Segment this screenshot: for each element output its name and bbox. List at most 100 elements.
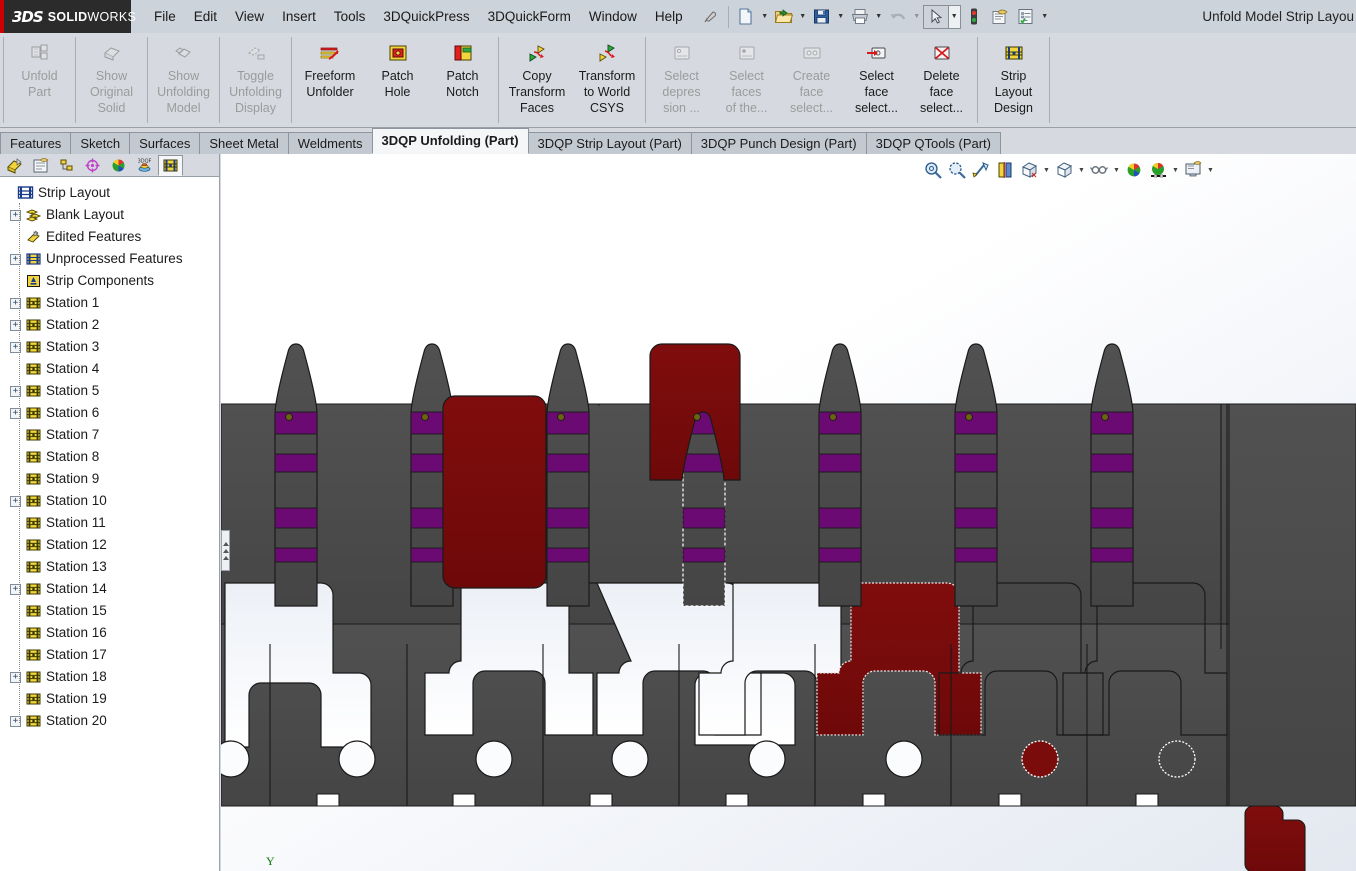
view-orientation-dropdown-icon[interactable]: ▼ — [1041, 158, 1052, 182]
property-manager-tab-icon[interactable] — [28, 155, 53, 176]
tree-item-station[interactable]: Station 16 — [8, 622, 219, 644]
menu-file[interactable]: File — [145, 5, 185, 28]
tree-item-station[interactable]: Station 13 — [8, 556, 219, 578]
view-orientation-icon[interactable] — [1017, 158, 1041, 182]
tree-item-station[interactable]: + Station 20 — [8, 710, 219, 732]
menu-help[interactable]: Help — [646, 5, 692, 28]
freeform-unfolder-button[interactable]: Freeform Unfolder — [295, 33, 365, 121]
tree-item-unprocessed-features[interactable]: + Unprocessed Features — [8, 248, 219, 270]
tree-item-station[interactable]: Station 8 — [8, 446, 219, 468]
create-face-selection-button[interactable]: Create face select... — [779, 33, 844, 121]
view-settings-dropdown-icon[interactable]: ▼ — [1205, 158, 1216, 182]
panel-splitter-handle[interactable] — [221, 530, 230, 571]
menu-tools[interactable]: Tools — [325, 5, 375, 28]
strip-layout-design-button[interactable]: Strip Layout Design — [981, 33, 1046, 121]
patch-hole-button[interactable]: Patch Hole — [365, 33, 430, 121]
toggle-unfolding-display-button[interactable]: Toggle Unfolding Display — [223, 33, 288, 121]
strip-layout-manager-tab-icon[interactable] — [158, 154, 183, 176]
menu-edit[interactable]: Edit — [185, 5, 226, 28]
show-unfolding-model-button[interactable]: Show Unfolding Model — [151, 33, 216, 121]
rebuild-traffic-icon[interactable] — [961, 5, 987, 29]
tree-item-station[interactable]: Station 12 — [8, 534, 219, 556]
previous-view-icon[interactable] — [969, 158, 993, 182]
tree-item-blank-layout[interactable]: + Blank Layout — [8, 204, 219, 226]
tree-item-station[interactable]: + Station 6 — [8, 402, 219, 424]
tree-item-station[interactable]: + Station 10 — [8, 490, 219, 512]
tab-weldments[interactable]: Weldments — [287, 132, 373, 154]
select-depression-button[interactable]: Select depres sion ... — [649, 33, 714, 121]
tab-3dqp-strip-layout[interactable]: 3DQP Strip Layout (Part) — [527, 132, 692, 154]
delete-face-selection-button[interactable]: Delete face select... — [909, 33, 974, 121]
tree-item-strip-components[interactable]: Strip Components — [8, 270, 219, 292]
tab-3dqp-punch-design[interactable]: 3DQP Punch Design (Part) — [690, 132, 867, 154]
menu-window[interactable]: Window — [580, 5, 646, 28]
tab-sketch[interactable]: Sketch — [70, 132, 131, 154]
tree-item-station[interactable]: Station 15 — [8, 600, 219, 622]
graphics-viewport[interactable]: ▼ ▼ ▼ ▼ ▼ Y — [221, 154, 1356, 871]
feature-manager-tab-icon[interactable] — [2, 155, 27, 176]
tab-sheet-metal[interactable]: Sheet Metal — [199, 132, 289, 154]
hide-show-items-icon[interactable] — [1087, 158, 1111, 182]
open-folder-dropdown-icon[interactable]: ▼ — [797, 5, 809, 29]
menu-3dquickform[interactable]: 3DQuickForm — [479, 5, 580, 28]
show-original-solid-button[interactable]: Show Original Solid — [79, 33, 144, 121]
display-style-icon[interactable] — [1052, 158, 1076, 182]
checklist-dropdown-icon[interactable]: ▼ — [1039, 5, 1051, 29]
pin-icon[interactable] — [698, 5, 724, 29]
select-arrow-icon[interactable] — [922, 4, 949, 29]
3dqf-manager-tab-icon[interactable]: 3DQF — [132, 155, 157, 176]
menu-view[interactable]: View — [226, 5, 273, 28]
select-dropdown-icon[interactable]: ▼ — [948, 4, 961, 29]
patch-notch-button[interactable]: Patch Notch — [430, 33, 495, 121]
tree-item-station[interactable]: Station 4 — [8, 358, 219, 380]
unfold-part-button[interactable]: Unfold Part — [7, 33, 72, 121]
tree-item-station[interactable]: Station 11 — [8, 512, 219, 534]
apply-scene-icon[interactable] — [1146, 158, 1170, 182]
section-view-icon[interactable] — [993, 158, 1017, 182]
zoom-to-fit-icon[interactable] — [921, 158, 945, 182]
copy-transform-faces-button[interactable]: Copy Transform Faces — [502, 33, 572, 121]
options-icon[interactable] — [987, 5, 1013, 29]
menu-insert[interactable]: Insert — [273, 5, 325, 28]
tree-item-edited-features[interactable]: Edited Features — [8, 226, 219, 248]
tab-3dqp-qtools[interactable]: 3DQP QTools (Part) — [865, 132, 1001, 154]
select-faces-button[interactable]: Select faces of the... — [714, 33, 779, 121]
highlighted-red-corner-block[interactable] — [1244, 805, 1306, 871]
tree-item-station[interactable]: + Station 1 — [8, 292, 219, 314]
new-document-icon[interactable] — [733, 5, 759, 29]
apply-scene-dropdown-icon[interactable]: ▼ — [1170, 158, 1181, 182]
appearances-icon[interactable] — [1122, 158, 1146, 182]
print-dropdown-icon[interactable]: ▼ — [873, 5, 885, 29]
tree-item-station[interactable]: + Station 3 — [8, 336, 219, 358]
transform-to-world-csys-button[interactable]: Transform to World CSYS — [572, 33, 642, 121]
display-style-dropdown-icon[interactable]: ▼ — [1076, 158, 1087, 182]
open-folder-icon[interactable] — [771, 5, 797, 29]
tree-item-station[interactable]: Station 17 — [8, 644, 219, 666]
new-document-dropdown-icon[interactable]: ▼ — [759, 5, 771, 29]
tab-3dqp-unfolding[interactable]: 3DQP Unfolding (Part) — [371, 128, 529, 154]
print-icon[interactable] — [847, 5, 873, 29]
highlighted-red-block-short[interactable] — [442, 395, 547, 589]
display-manager-tab-icon[interactable] — [106, 155, 131, 176]
menu-3dquickpress[interactable]: 3DQuickPress — [374, 5, 478, 28]
save-dropdown-icon[interactable]: ▼ — [835, 5, 847, 29]
tab-features[interactable]: Features — [0, 132, 72, 154]
checklist-icon[interactable] — [1013, 5, 1039, 29]
strip-layout-drawing[interactable] — [221, 154, 1356, 871]
tree-item-station[interactable]: + Station 2 — [8, 314, 219, 336]
zoom-to-area-icon[interactable] — [945, 158, 969, 182]
hide-show-items-dropdown-icon[interactable]: ▼ — [1111, 158, 1122, 182]
tree-item-station[interactable]: + Station 18 — [8, 666, 219, 688]
tree-item-station[interactable]: Station 19 — [8, 688, 219, 710]
select-face-selection-button[interactable]: Select face select... — [844, 33, 909, 121]
dimxpert-manager-tab-icon[interactable] — [80, 155, 105, 176]
tree-item-station[interactable]: Station 7 — [8, 424, 219, 446]
configuration-manager-tab-icon[interactable] — [54, 155, 79, 176]
tree-item-station[interactable]: Station 9 — [8, 468, 219, 490]
tree-item-station[interactable]: + Station 14 — [8, 578, 219, 600]
view-settings-icon[interactable] — [1181, 158, 1205, 182]
tree-root-strip-layout[interactable]: Strip Layout — [0, 182, 219, 204]
tab-surfaces[interactable]: Surfaces — [129, 132, 201, 154]
tree-item-station[interactable]: + Station 5 — [8, 380, 219, 402]
save-icon[interactable] — [809, 5, 835, 29]
